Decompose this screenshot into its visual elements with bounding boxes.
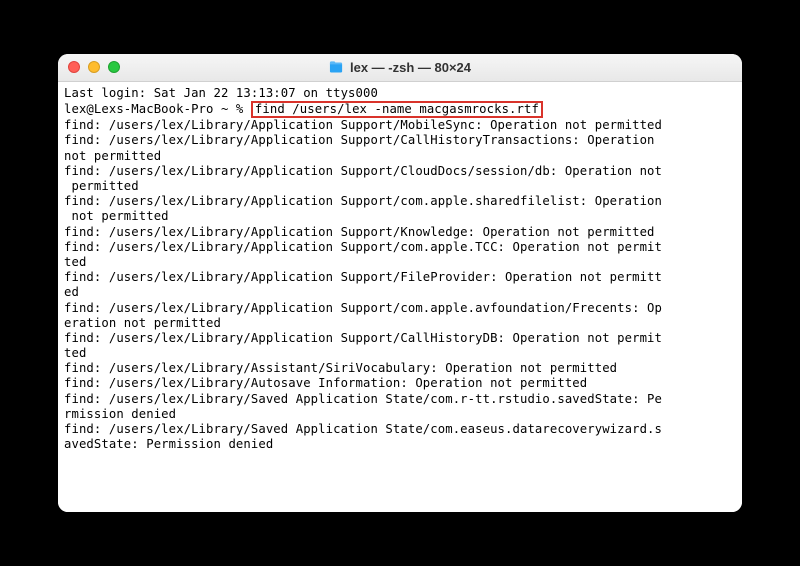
output-line: ed <box>64 285 736 300</box>
terminal-window: lex — -zsh — 80×24 Last login: Sat Jan 2… <box>58 54 742 513</box>
output-line: find: /users/lex/Library/Assistant/SiriV… <box>64 361 736 376</box>
output-line: permitted <box>64 179 736 194</box>
zoom-icon[interactable] <box>108 61 120 73</box>
output-line: avedState: Permission denied <box>64 437 736 452</box>
output-line: find: /users/lex/Library/Application Sup… <box>64 270 736 285</box>
output-line: find: /users/lex/Library/Application Sup… <box>64 164 736 179</box>
terminal-output[interactable]: Last login: Sat Jan 22 13:13:07 on ttys0… <box>58 82 742 513</box>
last-login-line: Last login: Sat Jan 22 13:13:07 on ttys0… <box>64 86 736 101</box>
output-line: find: /users/lex/Library/Application Sup… <box>64 133 736 148</box>
output-line: ted <box>64 346 736 361</box>
output-line: rmission denied <box>64 407 736 422</box>
folder-home-icon <box>329 60 344 74</box>
prompt-line: lex@Lexs-MacBook-Pro ~ % find /users/lex… <box>64 101 736 118</box>
output-line: eration not permitted <box>64 316 736 331</box>
window-title: lex — -zsh — 80×24 <box>58 60 742 75</box>
titlebar[interactable]: lex — -zsh — 80×24 <box>58 54 742 82</box>
output-line: find: /users/lex/Library/Application Sup… <box>64 331 736 346</box>
output-line: find: /users/lex/Library/Saved Applicati… <box>64 392 736 407</box>
output-line: ted <box>64 255 736 270</box>
window-title-text: lex — -zsh — 80×24 <box>350 60 471 75</box>
entered-command: find /users/lex -name macgasmrocks.rtf <box>251 101 543 118</box>
output-line: not permitted <box>64 209 736 224</box>
output-line: find: /users/lex/Library/Application Sup… <box>64 194 736 209</box>
shell-prompt: lex@Lexs-MacBook-Pro ~ % <box>64 102 251 116</box>
close-icon[interactable] <box>68 61 80 73</box>
output-line: find: /users/lex/Library/Autosave Inform… <box>64 376 736 391</box>
output-line: find: /users/lex/Library/Saved Applicati… <box>64 422 736 437</box>
output-line: find: /users/lex/Library/Application Sup… <box>64 240 736 255</box>
output-line: find: /users/lex/Library/Application Sup… <box>64 301 736 316</box>
output-line: find: /users/lex/Library/Application Sup… <box>64 118 736 133</box>
output-line: find: /users/lex/Library/Application Sup… <box>64 225 736 240</box>
output-line: not permitted <box>64 149 736 164</box>
minimize-icon[interactable] <box>88 61 100 73</box>
traffic-lights <box>68 61 120 73</box>
